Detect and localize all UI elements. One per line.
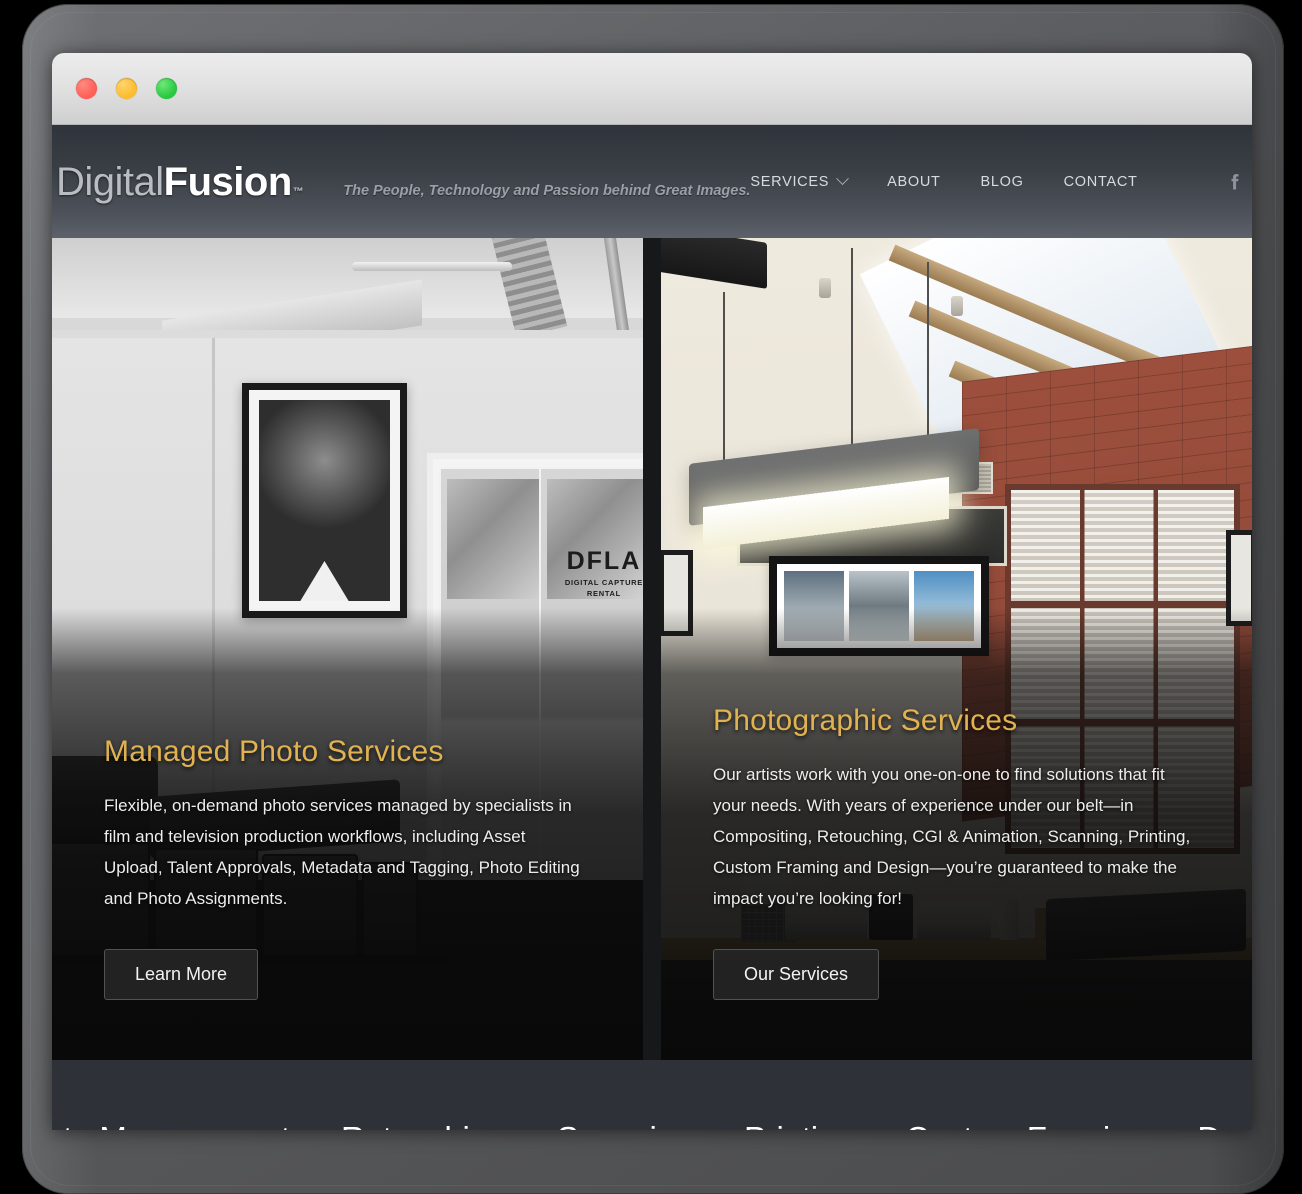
service-item[interactable]: Retouching [341,1120,506,1130]
browser-titlebar [52,53,1252,125]
service-item[interactable]: Custom Framing [905,1120,1146,1130]
service-item[interactable]: Photo Management [52,1120,290,1130]
services-strip: Photo Management Retouching Scanning Pri… [52,1060,1252,1130]
site-tagline: The People, Technology and Passion behin… [343,182,751,199]
card-content-left: Managed Photo Services Flexible, on-dema… [52,679,636,1060]
nav-label-about: ABOUT [887,173,941,190]
service-item[interactable]: Design [1197,1120,1252,1130]
minimize-window-button[interactable] [116,78,137,99]
traffic-lights [76,78,177,99]
nav-label-contact: CONTACT [1063,173,1138,190]
nav-item-blog[interactable]: BLOG [981,174,1024,190]
brand-block[interactable]: DigitalFusion™ The People, Technology an… [52,162,750,202]
site-logo[interactable]: DigitalFusion™ [56,159,304,204]
our-services-button[interactable]: Our Services [713,949,880,1000]
chevron-down-icon [836,172,849,186]
nav-label-blog: BLOG [980,173,1024,190]
services-list: Photo Management Retouching Scanning Pri… [52,1120,1252,1130]
feature-cards-row: DFLA DIGITAL CAPTURE RENTAL [52,238,1252,1060]
card-content-right: Photographic Services Our artists work w… [661,648,1252,1060]
facebook-icon[interactable] [1224,172,1244,192]
nav-item-contact[interactable]: CONTACT [1064,174,1138,190]
card-description: Our artists work with you one-on-one to … [713,765,1191,909]
card-title: Managed Photo Services [104,735,444,769]
logo-word-digital: Digital [56,159,164,204]
nav-label-services: SERVICES [750,173,830,190]
learn-more-button[interactable]: Learn More [104,949,259,1000]
maximize-window-button[interactable] [156,78,177,99]
browser-window: DigitalFusion™ The People, Technology an… [52,53,1252,1130]
service-item[interactable]: Printing [744,1120,854,1130]
feature-card-managed-photo-services: DFLA DIGITAL CAPTURE RENTAL [52,238,643,1060]
nav-item-services[interactable]: SERVICES [750,172,849,190]
social-links [1224,172,1252,192]
logo-trademark-symbol: ™ [292,185,304,198]
page-viewport: DigitalFusion™ The People, Technology an… [52,125,1252,1130]
main-navigation: SERVICES ABOUT BLOG CONTACT [750,172,1252,192]
service-item[interactable]: Scanning [557,1120,693,1130]
feature-card-photographic-services: Photographic Services Our artists work w… [661,238,1252,1060]
card-description: Flexible, on-demand photo services manag… [104,796,580,909]
site-header: DigitalFusion™ The People, Technology an… [52,125,1252,238]
close-window-button[interactable] [76,78,97,99]
card-title: Photographic Services [713,704,1018,738]
nav-item-about[interactable]: ABOUT [887,174,940,190]
logo-word-fusion: Fusion [163,159,293,204]
